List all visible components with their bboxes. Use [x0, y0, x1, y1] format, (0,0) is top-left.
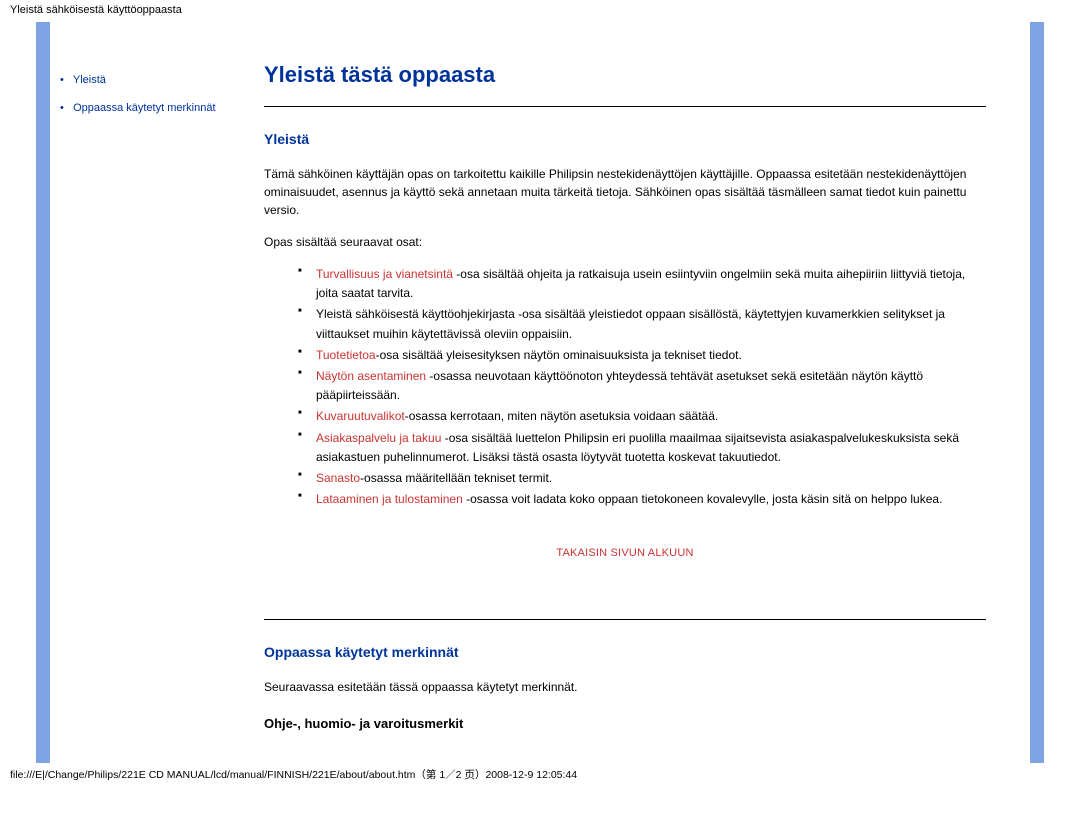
- list-text: -osa sisältää yleisesityksen näytön omin…: [376, 348, 742, 362]
- list-text: -osassa määritellään tekniset termit.: [360, 471, 552, 485]
- main-content: Yleistä tästä oppaasta Yleistä Tämä sähk…: [228, 22, 1030, 763]
- footer-path: file:///E|/Change/Philips/221E CD MANUAL…: [0, 763, 1080, 786]
- list-item: Sanasto-osassa määritellään tekniset ter…: [304, 469, 986, 488]
- list-item: Näytön asentaminen -osassa neuvotaan käy…: [304, 367, 986, 405]
- back-to-top-link[interactable]: TAKAISIN SIVUN ALKUUN: [556, 547, 693, 559]
- link-asiakaspalvelu[interactable]: Asiakaspalvelu ja takuu: [316, 431, 445, 445]
- page-title: Yleistä tästä oppaasta: [264, 62, 986, 88]
- list-text: -osassa voit ladata koko oppaan tietokon…: [466, 492, 942, 506]
- list-item: Lataaminen ja tulostaminen -osassa voit …: [304, 490, 986, 509]
- sidebar-link[interactable]: Yleistä: [73, 74, 106, 86]
- parts-list: Turvallisuus ja vianetsintä -osa sisältä…: [264, 265, 986, 509]
- page-body: • Yleistä • Oppaassa käytetyt merkinnät …: [36, 22, 1044, 763]
- section2-intro: Seuraavassa esitetään tässä oppaassa käy…: [264, 678, 986, 696]
- list-text: -osassa kerrotaan, miten näytön asetuksi…: [405, 409, 719, 423]
- sidebar-item-merkinnat[interactable]: • Oppaassa käytetyt merkinnät: [60, 102, 220, 114]
- list-item: Turvallisuus ja vianetsintä -osa sisältä…: [304, 265, 986, 303]
- intro-paragraph: Tämä sähköinen käyttäjän opas on tarkoit…: [264, 165, 986, 219]
- link-nayton-asentaminen[interactable]: Näytön asentaminen: [316, 369, 429, 383]
- section-heading-yleista: Yleistä: [264, 131, 986, 147]
- bullet-icon: •: [60, 102, 70, 114]
- bullet-icon: •: [60, 74, 70, 86]
- back-to-top: TAKAISIN SIVUN ALKUUN: [264, 545, 986, 559]
- left-accent-bar: [36, 22, 50, 763]
- parts-intro: Opas sisältää seuraavat osat:: [264, 233, 986, 251]
- list-item: Kuvaruutuvalikot-osassa kerrotaan, miten…: [304, 407, 986, 426]
- section-heading-merkinnat: Oppaassa käytetyt merkinnät: [264, 644, 986, 660]
- list-text: Yleistä sähköisestä käyttöohjekirjasta -…: [316, 307, 945, 340]
- sidebar-link[interactable]: Oppaassa käytetyt merkinnät: [73, 102, 215, 114]
- header-path: Yleistä sähköisestä käyttöoppaasta: [0, 0, 1080, 22]
- sidebar-item-yleista[interactable]: • Yleistä: [60, 74, 220, 86]
- link-tuotetietoa[interactable]: Tuotetietoa: [316, 348, 376, 362]
- link-kuvaruutuvalikot[interactable]: Kuvaruutuvalikot: [316, 409, 405, 423]
- link-sanasto[interactable]: Sanasto: [316, 471, 360, 485]
- sidebar: • Yleistä • Oppaassa käytetyt merkinnät: [50, 22, 228, 763]
- subheading-merkit: Ohje-, huomio- ja varoitusmerkit: [264, 716, 986, 731]
- link-turvallisuus[interactable]: Turvallisuus ja vianetsintä: [316, 267, 456, 281]
- link-lataaminen[interactable]: Lataaminen ja tulostaminen: [316, 492, 466, 506]
- list-item: Asiakaspalvelu ja takuu -osa sisältää lu…: [304, 429, 986, 467]
- right-accent-bar: [1030, 22, 1044, 763]
- list-item: Yleistä sähköisestä käyttöohjekirjasta -…: [304, 305, 986, 343]
- divider: [264, 619, 986, 620]
- list-item: Tuotetietoa-osa sisältää yleisesityksen …: [304, 346, 986, 365]
- divider: [264, 106, 986, 107]
